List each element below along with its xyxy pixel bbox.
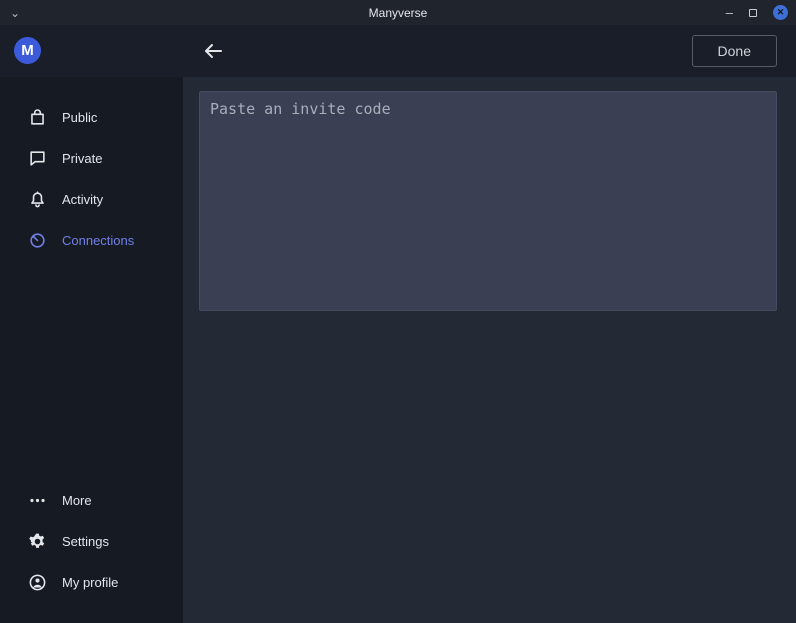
- sidebar-item-label: Private: [62, 151, 102, 166]
- maximize-icon: [749, 9, 757, 17]
- bag-icon: [28, 108, 47, 127]
- sidebar-item-label: Settings: [62, 534, 109, 549]
- sidebar-spacer: [0, 261, 183, 480]
- sidebar-item-label: Connections: [62, 233, 134, 248]
- manyverse-window: ⌄ Manyverse – ✕ M Done Public: [0, 0, 796, 623]
- sidebar-item-label: Public: [62, 110, 97, 125]
- back-arrow-icon: [201, 39, 225, 63]
- close-button[interactable]: ✕: [773, 5, 788, 20]
- sidebar-item-activity[interactable]: Activity: [0, 179, 183, 220]
- sidebar-item-my-profile[interactable]: My profile: [0, 562, 183, 603]
- sidebar-item-connections[interactable]: Connections: [0, 220, 183, 261]
- bell-icon: [28, 190, 47, 209]
- titlebar: ⌄ Manyverse – ✕: [0, 0, 796, 25]
- sidebar-item-more[interactable]: More: [0, 480, 183, 521]
- main-content: [183, 77, 796, 623]
- sidebar-item-public[interactable]: Public: [0, 97, 183, 138]
- back-button[interactable]: [201, 39, 225, 63]
- minimize-button[interactable]: –: [726, 6, 733, 19]
- window-controls: – ✕: [726, 0, 788, 25]
- sidebar: Public Private Activity: [0, 77, 183, 623]
- person-icon: [28, 573, 47, 592]
- sidebar-item-label: Activity: [62, 192, 103, 207]
- manyverse-logo: M: [14, 37, 41, 64]
- app-header: M Done: [0, 25, 796, 77]
- window-title: Manyverse: [0, 6, 796, 20]
- invite-code-input[interactable]: [199, 91, 777, 311]
- gear-icon: [28, 532, 47, 551]
- sidebar-item-private[interactable]: Private: [0, 138, 183, 179]
- done-button[interactable]: Done: [692, 35, 777, 67]
- dots-icon: [28, 491, 47, 510]
- sidebar-item-settings[interactable]: Settings: [0, 521, 183, 562]
- sidebar-item-label: My profile: [62, 575, 118, 590]
- titlebar-chevron-icon[interactable]: ⌄: [10, 7, 20, 19]
- connections-icon: [28, 231, 47, 250]
- speech-bubble-icon: [28, 149, 47, 168]
- sidebar-item-label: More: [62, 493, 92, 508]
- maximize-button[interactable]: [749, 9, 757, 17]
